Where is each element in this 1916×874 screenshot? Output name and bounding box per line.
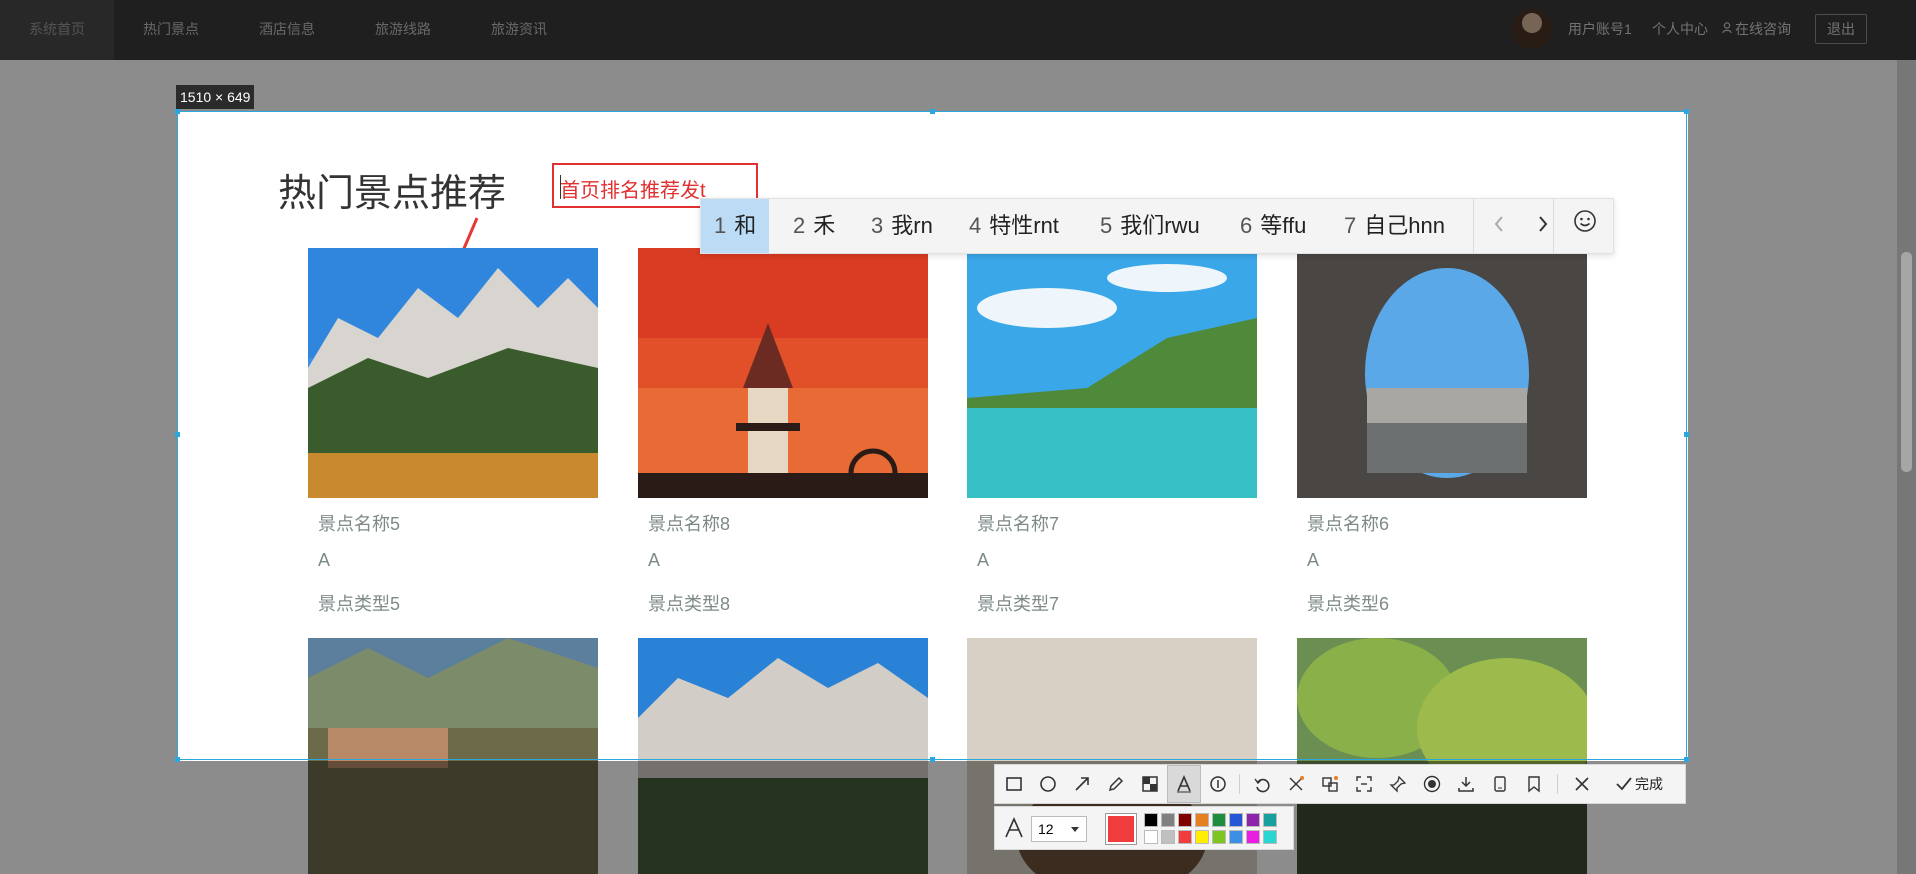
pen-tool-icon[interactable] [1099, 765, 1133, 803]
resize-handle[interactable] [175, 757, 180, 762]
resize-handle[interactable] [175, 432, 180, 437]
chevron-right-icon[interactable] [1523, 199, 1563, 253]
rectangle-tool-icon[interactable] [997, 765, 1031, 803]
mosaic-tool-icon[interactable] [1133, 765, 1167, 803]
resize-handle[interactable] [1684, 757, 1689, 762]
ime-candidate-number: 7 [1344, 213, 1357, 238]
color-swatch[interactable] [1246, 813, 1260, 827]
long-screenshot-icon[interactable] [1279, 765, 1313, 803]
ime-candidate[interactable]: 5 我们rwu [1100, 199, 1200, 253]
ime-candidate-number: 5 [1100, 213, 1113, 238]
color-swatch[interactable] [1229, 813, 1243, 827]
number-marker-icon[interactable] [1201, 765, 1235, 803]
color-swatch[interactable] [1161, 830, 1175, 844]
color-swatch[interactable] [1212, 830, 1226, 844]
ime-divider [1473, 199, 1474, 253]
ime-candidate[interactable]: 1和 [701, 199, 770, 253]
ime-candidate-text: 等ffu [1260, 213, 1307, 238]
download-icon[interactable] [1449, 765, 1483, 803]
record-icon[interactable] [1415, 765, 1449, 803]
annotation-text[interactable]: 首页排名推荐发t [560, 174, 706, 203]
ellipse-tool-icon[interactable] [1031, 765, 1065, 803]
ime-candidate-text: 禾 [813, 213, 836, 238]
color-swatch[interactable] [1195, 830, 1209, 844]
text-options-bar: 12 [994, 806, 1294, 850]
undo-icon[interactable] [1245, 765, 1279, 803]
ime-candidate-text: 我rn [891, 213, 933, 238]
ime-candidate-number: 6 [1240, 213, 1253, 238]
current-color-swatch[interactable] [1105, 813, 1137, 845]
ime-candidate-window: 1和 2禾 3 我rn 4 特性rnt 5 我们rwu 6 等ffu 7 自己hnn [700, 198, 1614, 254]
chevron-left-icon[interactable] [1479, 199, 1519, 253]
nav-item-attractions[interactable]: 热门景点 [114, 0, 228, 60]
resize-handle[interactable] [175, 109, 180, 114]
ime-divider [1553, 199, 1554, 253]
resize-handle[interactable] [1684, 432, 1689, 437]
person-icon [1722, 0, 1732, 34]
color-swatch[interactable] [1161, 813, 1175, 827]
ime-candidate-text: 我们rwu [1120, 213, 1200, 238]
color-swatch[interactable] [1195, 813, 1209, 827]
resize-handle[interactable] [930, 757, 935, 762]
resize-handle[interactable] [930, 109, 935, 114]
ime-candidate-text: 特性rnt [989, 213, 1059, 238]
ime-candidate[interactable]: 6 等ffu [1240, 199, 1306, 253]
avatar[interactable] [1512, 9, 1552, 49]
ime-candidate-number: 3 [871, 213, 884, 238]
close-icon[interactable] [1565, 765, 1599, 803]
font-icon [1003, 817, 1025, 844]
color-swatch[interactable] [1263, 830, 1277, 844]
capture-toolbar: 完成 [994, 764, 1686, 804]
color-swatch[interactable] [1144, 813, 1158, 827]
color-swatch[interactable] [1263, 813, 1277, 827]
translate-icon[interactable] [1313, 765, 1347, 803]
online-consult-label: 在线咨询 [1735, 21, 1791, 37]
ocr-icon[interactable] [1347, 765, 1381, 803]
resize-handle[interactable] [1684, 109, 1689, 114]
text-tool-icon[interactable] [1167, 765, 1201, 803]
finish-button[interactable]: 完成 [1613, 765, 1663, 803]
top-navigation-bar: 系统首页 热门景点 酒店信息 旅游线路 旅游资讯 用户账号1 个人中心 在线咨询… [0, 0, 1916, 60]
personal-center-link[interactable]: 个人中心 [1652, 0, 1708, 58]
nav-item-news[interactable]: 旅游资讯 [462, 0, 576, 60]
bookmark-icon[interactable] [1517, 765, 1551, 803]
logout-button[interactable]: 退出 [1815, 14, 1867, 44]
font-size-value: 12 [1038, 821, 1054, 837]
ime-candidate[interactable]: 2禾 [793, 199, 835, 253]
account-name[interactable]: 用户账号1 [1568, 0, 1632, 58]
nav-item-hotels[interactable]: 酒店信息 [230, 0, 344, 60]
color-swatch[interactable] [1178, 813, 1192, 827]
font-size-select[interactable]: 12 [1031, 816, 1087, 842]
finish-label: 完成 [1635, 776, 1663, 792]
color-swatch[interactable] [1246, 830, 1260, 844]
color-swatch[interactable] [1178, 830, 1192, 844]
ime-candidate-number: 2 [793, 213, 806, 238]
nav-item-routes[interactable]: 旅游线路 [346, 0, 460, 60]
ime-candidate[interactable]: 3 我rn [871, 199, 933, 253]
checkmark-icon [1615, 765, 1633, 817]
capture-size-label: 1510 × 649 [176, 85, 255, 109]
ime-candidate-number: 4 [969, 213, 982, 238]
ime-candidate-text: 和 [734, 213, 757, 238]
color-swatch[interactable] [1212, 813, 1226, 827]
ime-candidate[interactable]: 7 自己hnn [1344, 199, 1445, 253]
nav-item-home[interactable]: 系统首页 [0, 0, 114, 60]
scrollbar-thumb[interactable] [1901, 252, 1912, 472]
page-scrollbar[interactable] [1897, 60, 1916, 874]
online-consult-link[interactable]: 在线咨询 [1722, 0, 1791, 58]
color-swatch[interactable] [1229, 830, 1243, 844]
pin-icon[interactable] [1381, 765, 1415, 803]
arrow-tool-icon[interactable] [1065, 765, 1099, 803]
smiley-icon[interactable] [1565, 199, 1605, 253]
phone-icon[interactable] [1483, 765, 1517, 803]
chevron-down-icon [1070, 817, 1080, 848]
ime-candidate[interactable]: 4 特性rnt [969, 199, 1059, 253]
color-swatch[interactable] [1144, 830, 1158, 844]
ime-candidate-number: 1 [714, 213, 727, 238]
ime-candidate-text: 自己hnn [1364, 213, 1445, 238]
